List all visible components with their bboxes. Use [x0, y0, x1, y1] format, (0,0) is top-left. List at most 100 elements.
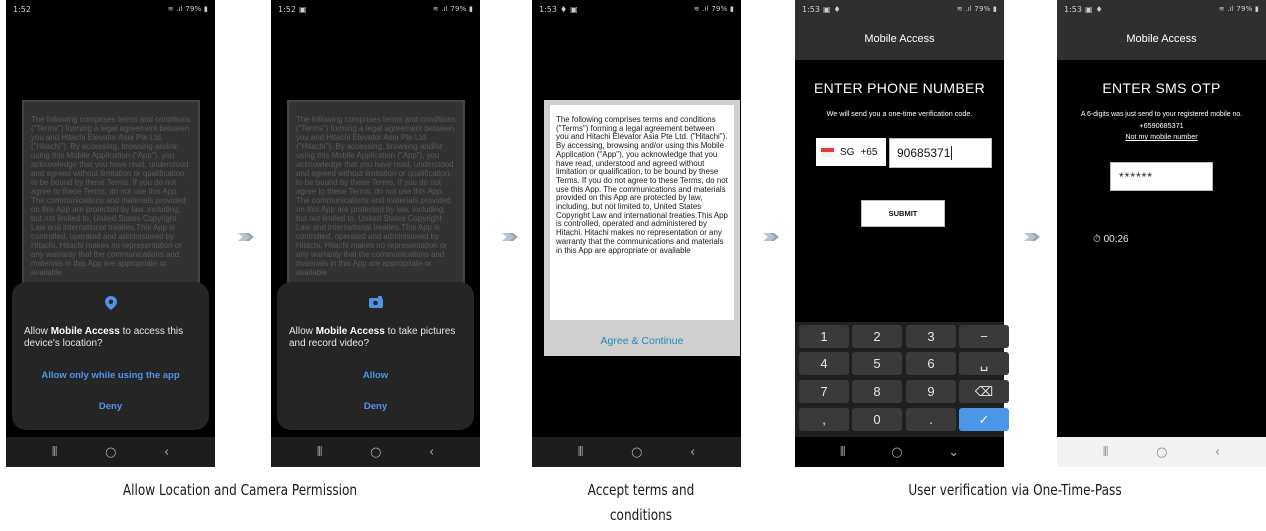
caption-terms: Accept terms and conditions	[567, 478, 715, 528]
key-8[interactable]: 8	[852, 380, 902, 403]
recent-apps-icon[interactable]: ⦀	[1103, 446, 1109, 459]
wifi-signal-icon: ≋ .ıl	[432, 5, 451, 13]
battery-level: 79%	[185, 5, 202, 13]
back-icon[interactable]: ‹	[429, 446, 434, 459]
battery-level: 79%	[974, 5, 991, 13]
home-icon[interactable]: ○	[1156, 446, 1167, 459]
recent-apps-icon[interactable]: ⦀	[578, 446, 584, 459]
recent-apps-icon[interactable]: ⦀	[840, 446, 846, 459]
key-period[interactable]: .	[906, 408, 956, 431]
android-nav-bar: ⦀ ○ ‹	[532, 437, 741, 467]
status-time: 1:52	[13, 4, 31, 14]
battery-icon: ▮	[727, 5, 734, 13]
key-7[interactable]: 7	[799, 380, 849, 403]
key-0[interactable]: 0	[852, 408, 902, 431]
back-icon[interactable]: ‹	[1215, 446, 1220, 459]
phone-screen-location-permission: 1:52 ≋ .ıl 79% ▮ The following comprises…	[6, 0, 215, 467]
app-name: Mobile Access	[50, 326, 120, 337]
status-bar: 1:53 ▣ ♦ ≋ .ıl 79% ▮	[795, 0, 1004, 18]
key-backspace[interactable]: ⌫	[959, 380, 1009, 403]
agree-continue-button[interactable]: Agree & Continue	[544, 326, 740, 356]
home-icon[interactable]: ○	[891, 446, 902, 459]
gallery-notification-icon: ▣	[298, 4, 307, 14]
back-icon[interactable]: ‹	[164, 446, 169, 459]
phone-number-value: 90685371	[897, 146, 951, 160]
enter-otp-heading: ENTER SMS OTP	[1102, 80, 1221, 96]
deny-button[interactable]: Deny	[12, 401, 209, 412]
hide-keyboard-icon[interactable]: ⌄	[948, 446, 959, 459]
message-prefix: Allow	[289, 326, 316, 337]
gallery-notification-icon: ▣	[1084, 4, 1093, 14]
allow-while-using-button[interactable]: Allow only while using the app	[12, 370, 209, 381]
wifi-signal-icon: ≋ .ıl	[693, 5, 712, 13]
app-name: Mobile Access	[315, 326, 385, 337]
terms-dialog: The following comprises terms and condit…	[544, 100, 740, 356]
android-nav-bar: ⦀ ○ ‹	[1057, 437, 1266, 467]
back-icon[interactable]: ‹	[690, 446, 695, 459]
stopwatch-icon: ⏱	[1093, 234, 1101, 245]
key-2[interactable]: 2	[852, 325, 902, 348]
key-space[interactable]: ␣	[959, 352, 1009, 375]
key-4[interactable]: 4	[799, 352, 849, 375]
permission-message: Allow Mobile Access to take pictures and…	[289, 326, 462, 350]
terms-text: The following comprises terms and condit…	[556, 116, 728, 255]
dial-code: +65	[860, 146, 878, 158]
camera-permission-dialog: Allow Mobile Access to take pictures and…	[277, 282, 474, 430]
home-icon[interactable]: ○	[370, 446, 381, 459]
app-title: Mobile Access	[1126, 33, 1197, 45]
app-title-bar: Mobile Access	[795, 18, 1004, 60]
battery-level: 79%	[450, 5, 467, 13]
submit-button[interactable]: SUBMIT	[861, 200, 945, 227]
phone-number-input[interactable]: 90685371	[889, 138, 992, 168]
otp-value: ******	[1119, 169, 1154, 184]
key-5[interactable]: 5	[852, 352, 902, 375]
permission-message: Allow Mobile Access to access this devic…	[24, 326, 197, 350]
battery-icon: ▮	[990, 5, 997, 13]
deny-button[interactable]: Deny	[277, 401, 474, 412]
caption-terms-line2: conditions	[609, 506, 673, 524]
key-3[interactable]: 3	[906, 325, 956, 348]
singapore-flag-icon	[821, 147, 834, 157]
allow-button[interactable]: Allow	[277, 370, 474, 381]
not-my-number-link[interactable]: Not my mobile number	[1057, 132, 1266, 141]
flow-arrow-icon	[1024, 233, 1040, 241]
key-1[interactable]: 1	[799, 325, 849, 348]
location-notification-icon: ♦	[559, 4, 568, 14]
status-time: 1:53	[802, 4, 820, 14]
android-nav-bar: ⦀ ○ ⌄	[795, 437, 1004, 467]
home-icon[interactable]: ○	[105, 446, 116, 459]
home-icon[interactable]: ○	[631, 446, 642, 459]
location-notification-icon: ♦	[833, 4, 841, 14]
location-pin-icon	[104, 296, 117, 310]
country-code-selector[interactable]: SG +65	[816, 138, 886, 166]
status-bar: 1:52 ≋ .ıl 79% ▮	[6, 0, 215, 18]
key-done[interactable]: ✓	[959, 408, 1009, 431]
status-bar: 1:53 ▣ ♦ ≋ .ıl 79% ▮	[1057, 0, 1266, 18]
status-bar: 1:53 ♦ ▣ ≋ .ıl 79% ▮	[532, 0, 741, 18]
flow-arrow-icon	[763, 233, 779, 241]
battery-icon: ▮	[201, 5, 208, 13]
recent-apps-icon[interactable]: ⦀	[52, 446, 58, 459]
app-title: Mobile Access	[864, 33, 935, 45]
enter-phone-heading: ENTER PHONE NUMBER	[813, 80, 986, 96]
key-minus[interactable]: −	[959, 325, 1009, 348]
key-comma[interactable]: ,	[799, 408, 849, 431]
wifi-signal-icon: ≋ .ıl	[1218, 5, 1237, 13]
verification-subtext: We will send you a one-time verification…	[826, 109, 973, 118]
otp-sent-subtext: A 6-digits was just send to your registe…	[1080, 111, 1243, 118]
key-6[interactable]: 6	[906, 352, 956, 375]
flow-arrow-icon	[238, 233, 254, 241]
country-code: SG	[840, 146, 855, 158]
text-cursor	[951, 146, 953, 160]
timer-value: 00:26	[1103, 234, 1129, 245]
android-nav-bar: ⦀ ○ ‹	[271, 437, 480, 467]
battery-icon: ▮	[1252, 5, 1259, 13]
message-prefix: Allow	[24, 326, 51, 337]
gallery-notification-icon: ▣	[570, 4, 578, 14]
camera-icon	[368, 296, 383, 308]
otp-input[interactable]: ******	[1110, 162, 1213, 191]
key-9[interactable]: 9	[906, 380, 956, 403]
status-time: 1:53	[539, 4, 557, 14]
location-notification-icon: ♦	[1095, 4, 1103, 14]
recent-apps-icon[interactable]: ⦀	[317, 446, 323, 459]
